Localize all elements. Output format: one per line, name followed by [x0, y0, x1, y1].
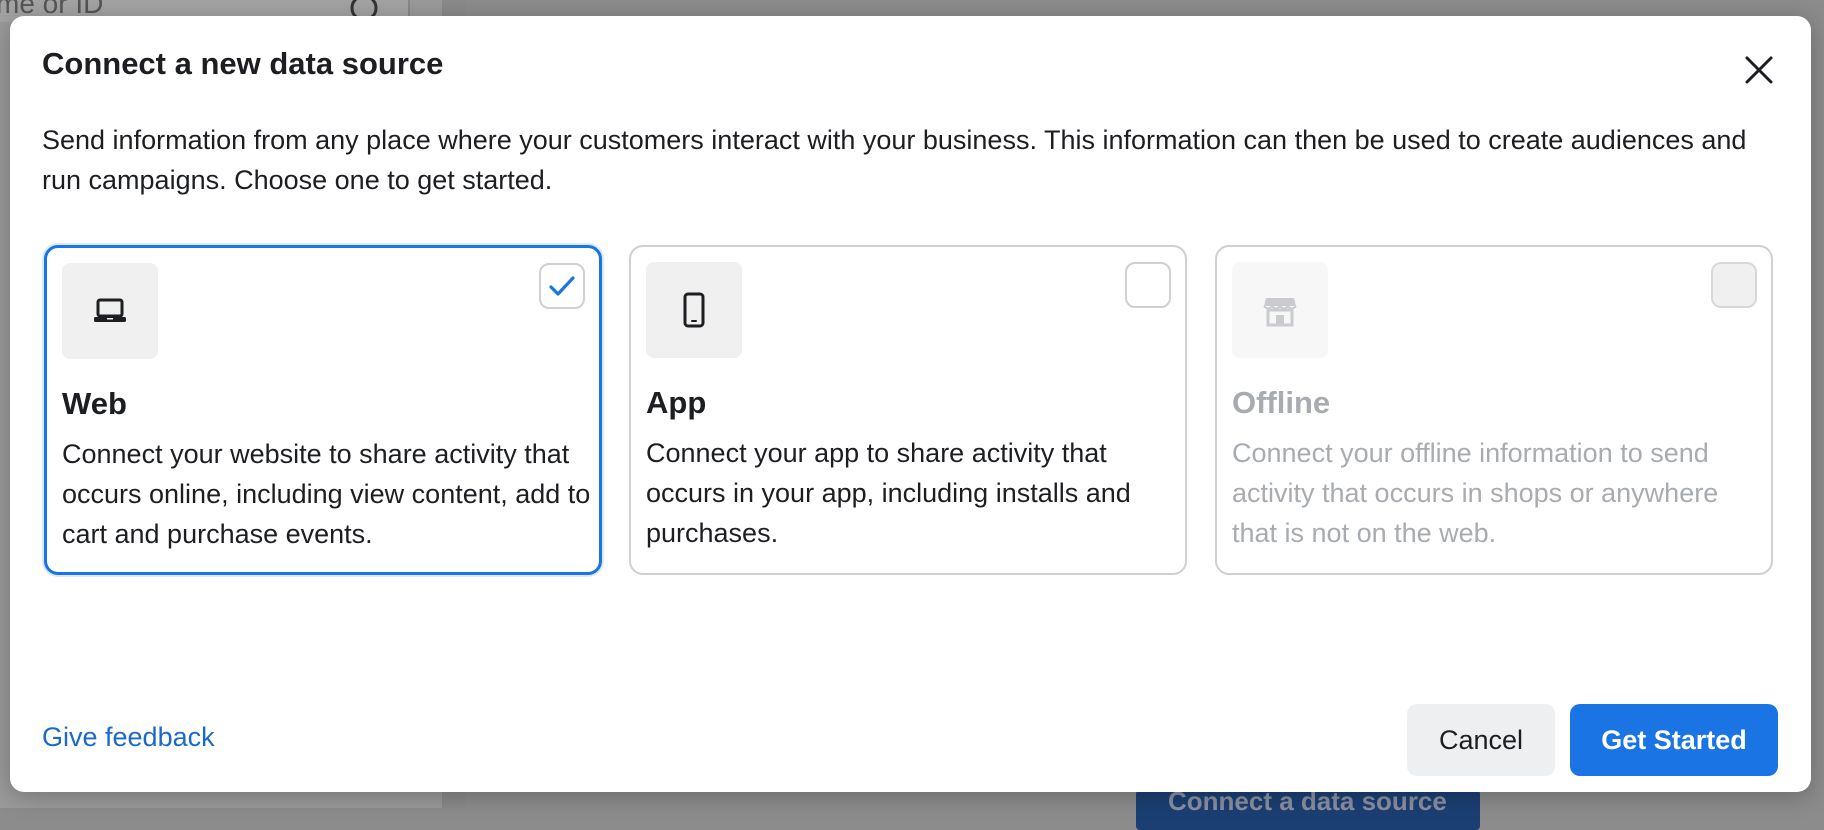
offline-icon-box — [1232, 262, 1328, 358]
option-description-offline: Connect your offline information to send… — [1232, 438, 1719, 548]
option-checkbox-offline — [1711, 262, 1757, 308]
cancel-button[interactable]: Cancel — [1407, 704, 1555, 776]
background-connect-button: Connect a data source — [1136, 790, 1480, 830]
option-card-offline: Offline Connect your offline information… — [1215, 245, 1773, 575]
option-title-offline: Offline — [1232, 385, 1331, 420]
mobile-phone-icon — [683, 292, 705, 328]
checkmark-icon — [549, 276, 575, 296]
option-description-web: Connect your website to share activity t… — [62, 439, 591, 549]
web-icon-box — [62, 263, 158, 359]
connect-data-source-dialog: Connect a new data source Send informati… — [10, 16, 1811, 792]
option-title-web: Web — [62, 386, 127, 421]
option-card-web[interactable]: Web Connect your website to share activi… — [44, 245, 602, 575]
give-feedback-link[interactable]: Give feedback — [42, 722, 215, 753]
option-description-app: Connect your app to share activity that … — [646, 438, 1131, 548]
option-title-app: App — [646, 385, 707, 420]
option-checkbox-web[interactable] — [539, 263, 585, 309]
option-card-app[interactable]: App Connect your app to share activity t… — [629, 245, 1187, 575]
dialog-title: Connect a new data source — [42, 46, 444, 81]
dialog-description: Send information from any place where yo… — [42, 125, 1747, 195]
close-icon — [1745, 56, 1773, 84]
laptop-icon — [94, 298, 126, 322]
background-connect-button-label: Connect a data source — [1168, 790, 1447, 816]
close-button[interactable] — [1741, 52, 1777, 88]
get-started-button[interactable]: Get Started — [1570, 704, 1778, 776]
option-checkbox-app[interactable] — [1125, 262, 1171, 308]
app-icon-box — [646, 262, 742, 358]
store-icon — [1263, 298, 1297, 327]
